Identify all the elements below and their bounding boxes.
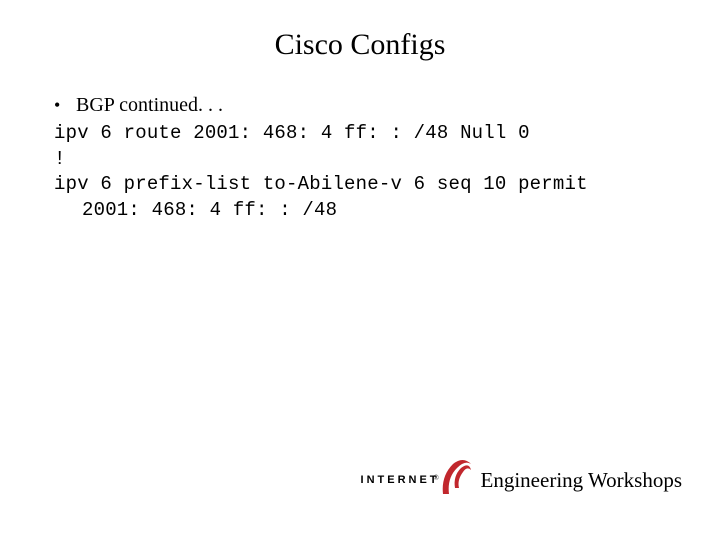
bullet-symbol: • <box>54 93 76 117</box>
logo-wordmark: INTERNET <box>361 474 440 486</box>
footer-tagline: Engineering Workshops <box>481 468 682 493</box>
code-line-4: 2001: 468: 4 ff: : /48 <box>54 198 680 224</box>
code-line-2: ! <box>54 147 680 173</box>
footer: INTERNET ® Engineering Workshops <box>361 462 682 498</box>
logo-swoosh-icon <box>439 458 473 498</box>
code-line-3: ipv 6 prefix-list to-Abilene-v 6 seq 10 … <box>54 172 680 198</box>
slide-title: Cisco Configs <box>40 28 680 62</box>
bullet-text: BGP continued. . . <box>76 92 223 119</box>
slide: Cisco Configs • BGP continued. . . ipv 6… <box>0 0 720 540</box>
code-line-1: ipv 6 route 2001: 468: 4 ff: : /48 Null … <box>54 121 680 147</box>
bullet-item: • BGP continued. . . <box>54 92 680 119</box>
internet2-logo: INTERNET ® <box>361 462 471 498</box>
slide-content: • BGP continued. . . ipv 6 route 2001: 4… <box>40 92 680 224</box>
